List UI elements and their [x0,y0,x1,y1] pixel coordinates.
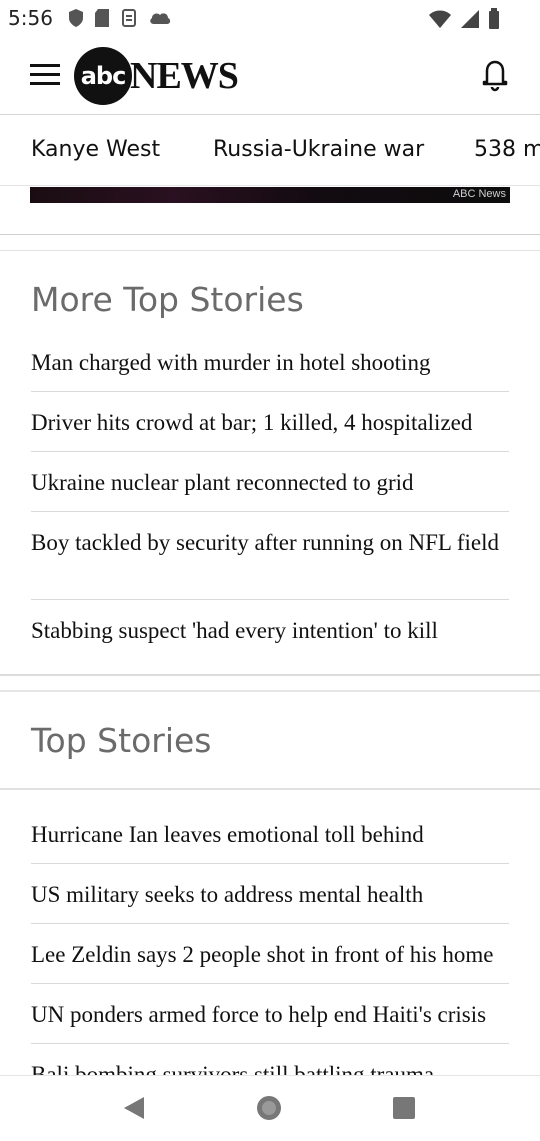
sd-card-icon [95,9,109,27]
story-link[interactable]: Ukraine nuclear plant reconnected to gri… [31,469,509,497]
topic-tabs: Kanye West Russia-Ukraine war 538 m [0,115,540,186]
abc-logo-mark: abc [74,47,132,105]
top-stories-title: Top Stories [31,721,212,760]
system-navigation-bar [0,1075,540,1141]
abc-news-logo[interactable]: abc NEWS [74,46,239,106]
status-bar: 5:56 [0,0,540,36]
home-icon[interactable] [255,1094,283,1122]
section-divider [0,234,540,235]
media-thumbnail[interactable]: ABC News [30,187,510,203]
story-link[interactable]: UN ponders armed force to help end Haiti… [31,1001,509,1029]
notification-icons [68,8,172,28]
back-icon[interactable] [120,1094,148,1122]
topic-tab[interactable]: 538 m [474,137,540,162]
app-header: abc NEWS [0,36,540,115]
signal-icon [461,10,479,28]
notifications-button[interactable] [478,56,512,92]
section-divider [0,788,540,790]
story-link[interactable]: Stabbing suspect 'had every intention' t… [31,617,509,645]
section-divider [0,250,540,251]
section-divider [0,674,540,676]
sync-icon [122,9,136,27]
more-top-stories-title: More Top Stories [31,280,304,319]
shield-icon [69,9,83,27]
story-link[interactable]: Lee Zeldin says 2 people shot in front o… [31,941,509,969]
cloud-icon [150,13,171,24]
recents-icon[interactable] [392,1096,416,1120]
story-divider [31,511,509,512]
bell-icon [482,60,508,92]
story-divider [31,451,509,452]
media-credit: ABC News [452,188,506,200]
wifi-icon [429,10,451,28]
section-divider [0,690,540,692]
story-link[interactable]: Boy tackled by security after running on… [31,529,509,557]
story-divider [31,391,509,392]
story-divider [31,599,509,600]
menu-button[interactable] [28,62,62,88]
story-divider [31,983,509,984]
story-link[interactable]: US military seeks to address mental heal… [31,881,509,909]
battery-icon [489,8,499,29]
story-divider [31,863,509,864]
story-divider [31,923,509,924]
hamburger-menu-icon [30,64,60,85]
story-divider [31,1043,509,1044]
topic-tab[interactable]: Russia-Ukraine war [213,137,424,162]
story-link[interactable]: Driver hits crowd at bar; 1 killed, 4 ho… [31,409,509,437]
story-link[interactable]: Hurricane Ian leaves emotional toll behi… [31,821,509,849]
story-link[interactable]: Man charged with murder in hotel shootin… [31,349,509,377]
topic-tab[interactable]: Kanye West [31,137,160,162]
system-status-icons [428,8,500,30]
news-wordmark: NEWS [130,55,239,97]
status-time: 5:56 [8,6,53,30]
